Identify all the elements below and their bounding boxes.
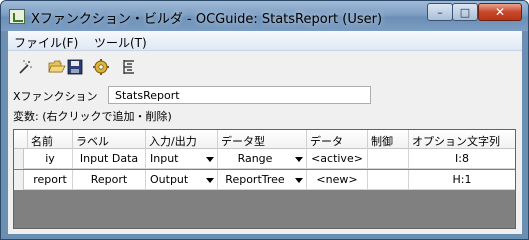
xfunction-name-input[interactable]: StatsReport [108, 86, 371, 104]
variables-label: 変数: (右クリックで追加・削除) [13, 110, 172, 123]
column-header-datatype[interactable]: データ型 [218, 130, 307, 149]
wand-icon[interactable] [16, 58, 34, 76]
dropdown-arrow-icon[interactable] [206, 178, 214, 183]
app-icon [9, 9, 25, 24]
dropdown-arrow-icon[interactable] [295, 178, 303, 183]
cell-option-string[interactable]: H:1 [409, 170, 515, 190]
row-header[interactable] [14, 149, 24, 169]
dropdown-arrow-icon[interactable] [206, 157, 214, 162]
column-header-data[interactable]: データ [307, 130, 368, 149]
cell-io-value: Output [150, 173, 189, 186]
cell-label[interactable]: Input Data [73, 149, 146, 169]
table-row[interactable]: iy Input Data Input Range <active> I:8 [14, 149, 515, 169]
cell-data[interactable]: <active> [307, 149, 368, 169]
table-row[interactable]: report Report Output ReportTree <new> H:… [14, 170, 515, 190]
tree-view-icon[interactable] [120, 58, 138, 76]
column-header-name[interactable]: 名前 [28, 130, 73, 149]
cell-label[interactable]: Report [73, 170, 146, 190]
column-header-io[interactable]: 入力/出力 [146, 130, 218, 149]
cell-option-string[interactable]: I:8 [409, 149, 515, 169]
menu-file[interactable]: ファイル(F) [14, 34, 78, 51]
cell-control[interactable] [368, 149, 409, 169]
cell-datatype-value: Range [237, 152, 273, 165]
cell-datatype[interactable]: Range [218, 149, 307, 169]
minimize-button[interactable]: – [427, 3, 453, 21]
grid-header: 名前 ラベル 入力/出力 データ型 データ 制御 オプション文字列 [14, 130, 515, 149]
open-folder-icon[interactable] [48, 58, 66, 76]
cell-io[interactable]: Output [146, 170, 218, 190]
xfunction-label: Xファンクション [13, 90, 98, 103]
cell-io-value: Input [150, 152, 179, 165]
cell-datatype-value: ReportTree [225, 173, 285, 186]
close-button[interactable]: ✕ [478, 3, 522, 21]
column-header-option-string[interactable]: オプション文字列 [409, 130, 515, 149]
cell-name[interactable]: iy [28, 149, 73, 169]
maximize-button[interactable]: □ [452, 3, 478, 21]
window-title: Xファンクション・ビルダ - OCGuide: StatsReport (Use… [31, 12, 383, 27]
xfunction-row: Xファンクション StatsReport [13, 86, 383, 104]
row-header[interactable] [14, 170, 24, 190]
column-header-label[interactable]: ラベル [73, 130, 146, 149]
menu-tools[interactable]: ツール(T) [94, 34, 147, 51]
variables-grid[interactable]: 名前 ラベル 入力/出力 データ型 データ 制御 オプション文字列 iy Inp… [13, 129, 516, 229]
gear-icon[interactable] [92, 58, 110, 76]
cell-name[interactable]: report [28, 170, 73, 190]
cell-data[interactable]: <new> [307, 170, 368, 190]
cell-control[interactable] [368, 170, 409, 190]
app-window: Xファンクション・ビルダ - OCGuide: StatsReport (Use… [0, 0, 529, 240]
dropdown-arrow-icon[interactable] [295, 157, 303, 162]
client-area: ファイル(F) ツール(T) Xファンクション StatsReport 変数: … [8, 31, 522, 234]
save-icon[interactable] [66, 58, 84, 76]
toolbar [8, 52, 522, 82]
cell-io[interactable]: Input [146, 149, 218, 169]
header-corner [14, 130, 28, 149]
menu-bar: ファイル(F) ツール(T) [8, 31, 522, 51]
title-bar[interactable]: Xファンクション・ビルダ - OCGuide: StatsReport (Use… [1, 1, 528, 31]
column-header-control[interactable]: 制御 [368, 130, 409, 149]
cell-datatype[interactable]: ReportTree [218, 170, 307, 190]
